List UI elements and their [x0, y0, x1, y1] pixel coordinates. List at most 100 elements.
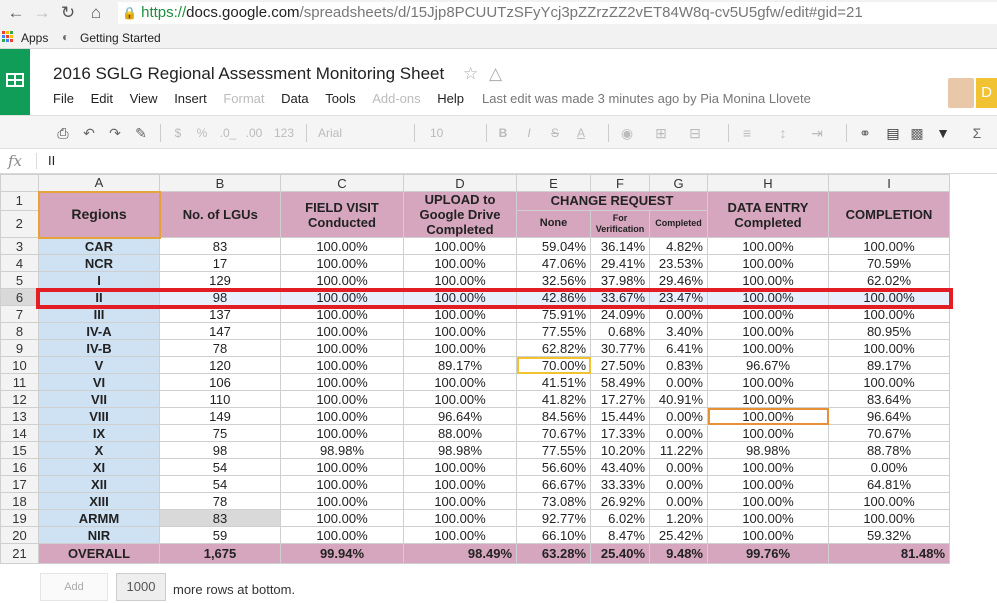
cr-verification-cell[interactable]: 17.27% [590, 390, 650, 408]
link-icon[interactable]: ⚭ [856, 124, 874, 142]
field-visit-cell[interactable]: 100.00% [280, 356, 404, 374]
overall-completion[interactable]: 81.48% [828, 543, 950, 564]
filter-icon[interactable]: ▼ [934, 124, 952, 142]
home-icon[interactable]: ⌂ [86, 2, 106, 24]
vertical-align-icon[interactable]: ↕ [774, 124, 792, 142]
cr-verification-cell[interactable]: 27.50% [590, 356, 650, 374]
region-cell[interactable]: XIII [38, 492, 160, 510]
menu-insert[interactable]: Insert [174, 91, 207, 106]
overall-for-verification[interactable]: 25.40% [590, 543, 650, 564]
lgu-count-cell[interactable]: 137 [159, 305, 281, 323]
cr-completed-cell[interactable]: 25.42% [649, 526, 708, 544]
field-visit-cell[interactable]: 100.00% [280, 526, 404, 544]
reload-icon[interactable]: ↻ [58, 2, 78, 24]
region-cell[interactable]: ARMM [38, 509, 160, 527]
lgu-count-cell[interactable]: 54 [159, 475, 281, 493]
lgu-count-cell[interactable]: 54 [159, 458, 281, 476]
completion-cell[interactable]: 100.00% [828, 373, 950, 391]
row-header[interactable]: 11 [0, 373, 39, 391]
completion-cell[interactable]: 100.00% [828, 288, 950, 306]
completion-cell[interactable]: 100.00% [828, 509, 950, 527]
region-cell[interactable]: CAR [38, 237, 160, 255]
data-entry-cell[interactable]: 100.00% [707, 305, 829, 323]
header-upload[interactable]: UPLOAD to Google Drive Completed [403, 191, 517, 238]
field-visit-cell[interactable]: 100.00% [280, 271, 404, 289]
row-header[interactable]: 3 [0, 237, 39, 255]
header-field-visit[interactable]: FIELD VISIT Conducted [280, 191, 404, 238]
redo-icon[interactable]: ↷ [106, 124, 124, 142]
row-header[interactable]: 20 [0, 526, 39, 544]
header-lgus[interactable]: No. of LGUs [159, 191, 281, 238]
row-header-21[interactable]: 21 [0, 543, 39, 564]
data-entry-cell[interactable]: 100.00% [707, 339, 829, 357]
cr-verification-cell[interactable]: 33.67% [590, 288, 650, 306]
cr-completed-cell[interactable]: 1.20% [649, 509, 708, 527]
completion-cell[interactable]: 80.95% [828, 322, 950, 340]
field-visit-cell[interactable]: 100.00% [280, 458, 404, 476]
completion-cell[interactable]: 88.78% [828, 441, 950, 459]
field-visit-cell[interactable]: 100.00% [280, 373, 404, 391]
more-formats-button[interactable]: 123 [270, 124, 298, 142]
completion-cell[interactable]: 96.64% [828, 407, 950, 425]
bookmark-getting-started[interactable]: Getting Started [80, 31, 161, 45]
merge-cells-icon[interactable]: ⊟ [686, 124, 704, 142]
bookmark-apps[interactable]: Apps [21, 31, 48, 45]
row-header[interactable]: 14 [0, 424, 39, 442]
region-cell[interactable]: I [38, 271, 160, 289]
field-visit-cell[interactable]: 100.00% [280, 492, 404, 510]
data-entry-cell[interactable]: 100.00% [707, 288, 829, 306]
region-cell[interactable]: XI [38, 458, 160, 476]
upload-cell[interactable]: 89.17% [403, 356, 517, 374]
cr-verification-cell[interactable]: 43.40% [590, 458, 650, 476]
completion-cell[interactable]: 62.02% [828, 271, 950, 289]
field-visit-cell[interactable]: 100.00% [280, 237, 404, 255]
header-regions[interactable]: Regions [37, 190, 161, 239]
bold-button[interactable]: B [494, 124, 512, 142]
document-title[interactable]: 2016 SGLG Regional Assessment Monitoring… [53, 64, 444, 83]
cr-completed-cell[interactable]: 3.40% [649, 322, 708, 340]
cr-verification-cell[interactable]: 33.33% [590, 475, 650, 493]
font-size-select[interactable]: 10 [430, 124, 460, 142]
row-header[interactable]: 12 [0, 390, 39, 408]
region-cell[interactable]: NCR [38, 254, 160, 272]
cr-none-cell[interactable]: 47.06% [516, 254, 591, 272]
last-edit-status[interactable]: Last edit was made 3 minutes ago by Pia … [482, 91, 811, 106]
cr-verification-cell[interactable]: 26.92% [590, 492, 650, 510]
menu-addons[interactable]: Add-ons [372, 91, 420, 106]
cr-completed-cell[interactable]: 40.91% [649, 390, 708, 408]
data-entry-cell[interactable]: 98.98% [707, 441, 829, 459]
upload-cell[interactable]: 100.00% [403, 271, 517, 289]
column-header-i[interactable]: I [828, 174, 950, 192]
cr-completed-cell[interactable]: 0.83% [649, 356, 708, 374]
lgu-count-cell[interactable]: 59 [159, 526, 281, 544]
star-icon[interactable]: ☆ [463, 64, 478, 83]
field-visit-cell[interactable]: 100.00% [280, 390, 404, 408]
cr-completed-cell[interactable]: 29.46% [649, 271, 708, 289]
cr-verification-cell[interactable]: 30.77% [590, 339, 650, 357]
field-visit-cell[interactable]: 100.00% [280, 322, 404, 340]
region-cell[interactable]: IV-B [38, 339, 160, 357]
cr-none-cell[interactable]: 77.55% [516, 322, 591, 340]
paint-format-icon[interactable]: ✎ [132, 124, 150, 142]
cr-none-cell[interactable]: 32.56% [516, 271, 591, 289]
region-cell[interactable]: V [38, 356, 160, 374]
data-entry-cell[interactable]: 100.00% [707, 492, 829, 510]
cr-verification-cell[interactable]: 36.14% [590, 237, 650, 255]
upload-cell[interactable]: 96.64% [403, 407, 517, 425]
rows-count-input[interactable]: 1000 [116, 573, 166, 601]
cr-none-cell[interactable]: 73.08% [516, 492, 591, 510]
data-entry-cell[interactable]: 100.00% [707, 237, 829, 255]
field-visit-cell[interactable]: 100.00% [280, 509, 404, 527]
cr-completed-cell[interactable]: 0.00% [649, 492, 708, 510]
cr-none-cell[interactable]: 92.77% [516, 509, 591, 527]
region-cell[interactable]: IV-A [38, 322, 160, 340]
field-visit-cell[interactable]: 100.00% [280, 407, 404, 425]
field-visit-cell[interactable]: 100.00% [280, 288, 404, 306]
completion-cell[interactable]: 70.59% [828, 254, 950, 272]
row-header[interactable]: 18 [0, 492, 39, 510]
upload-cell[interactable]: 100.00% [403, 254, 517, 272]
cr-none-cell[interactable]: 56.60% [516, 458, 591, 476]
horizontal-align-icon[interactable]: ≡ [738, 124, 756, 142]
column-header-d[interactable]: D [403, 174, 517, 192]
overall-field-visit[interactable]: 99.94% [280, 543, 404, 564]
